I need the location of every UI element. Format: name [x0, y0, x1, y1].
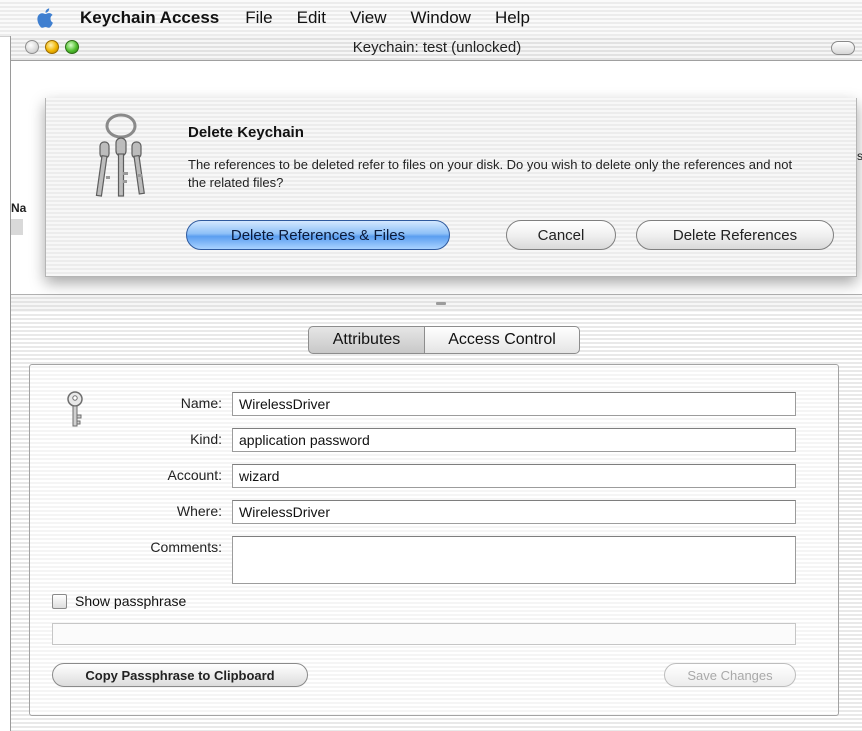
delete-keychain-sheet: Delete Keychain The references to be del… — [45, 98, 857, 277]
save-changes-button: Save Changes — [664, 663, 796, 687]
delete-references-and-files-button[interactable]: Delete References & Files — [186, 220, 450, 250]
attributes-panel: Name: Kind: Account: Where: Comments: Sh… — [29, 364, 839, 716]
name-label: Name: — [180, 395, 222, 411]
account-label: Account: — [167, 467, 222, 483]
name-field[interactable] — [232, 392, 796, 416]
menu-window[interactable]: Window — [410, 8, 470, 28]
show-passphrase-checkbox[interactable] — [52, 593, 67, 609]
item-detail-pane: Attributes Access Control Name: Kind: Ac… — [11, 312, 862, 731]
menu-bar: Keychain Access File Edit View Window He… — [0, 0, 862, 37]
keychain-window: Keychain: test (unlocked) Na s Attribute… — [10, 36, 862, 731]
menu-view[interactable]: View — [350, 8, 387, 28]
title-bar[interactable]: Keychain: test (unlocked) — [11, 36, 862, 61]
kind-field[interactable] — [232, 428, 796, 452]
menu-help[interactable]: Help — [495, 8, 530, 28]
copy-passphrase-button[interactable]: Copy Passphrase to Clipboard — [52, 663, 308, 687]
delete-references-button[interactable]: Delete References — [636, 220, 834, 250]
kind-label: Kind: — [190, 431, 222, 447]
menu-file[interactable]: File — [245, 8, 272, 28]
cancel-button[interactable]: Cancel — [506, 220, 616, 250]
key-icon — [67, 391, 83, 427]
apple-icon[interactable] — [34, 6, 58, 30]
splitter-grip-icon[interactable] — [436, 302, 446, 305]
show-passphrase-option[interactable]: Show passphrase — [52, 593, 186, 609]
toolbar-label-stub: s — [857, 149, 862, 163]
tab-attributes[interactable]: Attributes — [308, 326, 424, 354]
dialog-message: The references to be deleted refer to fi… — [188, 157, 793, 190]
account-field[interactable] — [232, 464, 796, 488]
split-view-divider[interactable] — [11, 294, 862, 314]
keychain-icon — [95, 113, 145, 197]
toolbar-toggle-button[interactable] — [831, 41, 855, 55]
show-passphrase-label[interactable]: Show passphrase — [75, 593, 186, 609]
window-title: Keychain: test (unlocked) — [352, 39, 522, 56]
comments-field[interactable] — [232, 536, 796, 584]
list-row-selected[interactable] — [11, 219, 23, 235]
where-label: Where: — [176, 503, 222, 519]
tab-access-control[interactable]: Access Control — [424, 326, 580, 354]
where-field[interactable] — [232, 500, 796, 524]
comments-label: Comments: — [150, 539, 222, 555]
tab-bar: Attributes Access Control — [308, 326, 580, 354]
menu-app-name[interactable]: Keychain Access — [80, 8, 219, 28]
list-column-header[interactable]: Na — [11, 201, 26, 215]
dialog-title: Delete Keychain — [188, 124, 304, 141]
passphrase-field[interactable] — [52, 623, 796, 645]
menu-edit[interactable]: Edit — [297, 8, 326, 28]
